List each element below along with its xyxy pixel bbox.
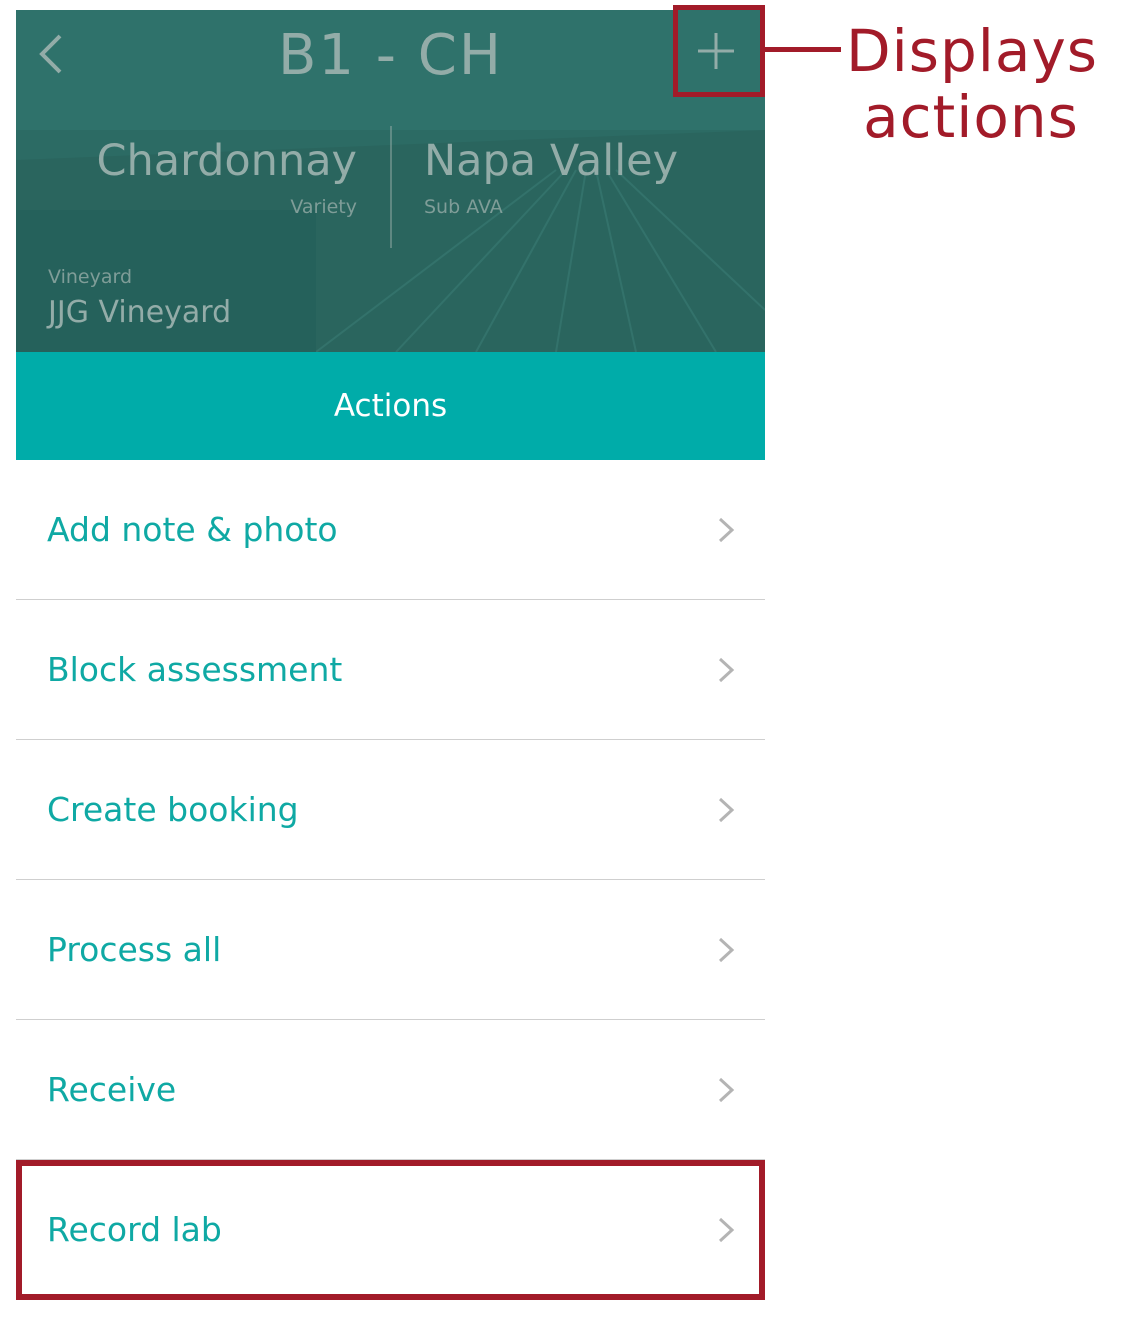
action-create-booking[interactable]: Create booking [16,740,765,880]
callout-connector-line [765,47,841,52]
sub-ava-value: Napa Valley [424,136,679,186]
action-receive[interactable]: Receive [16,1020,765,1160]
sub-ava-stat: Napa Valley Sub AVA [424,128,678,220]
chevron-right-icon [718,517,735,543]
variety-stat: Chardonnay Variety [97,128,357,220]
action-process-all[interactable]: Process all [16,880,765,1020]
stat-divider [390,126,392,248]
variety-value: Chardonnay [96,136,357,186]
actions-sheet-title: Actions [16,352,765,460]
variety-label: Variety [290,196,357,218]
sub-ava-label: Sub AVA [424,196,503,218]
action-label: Add note & photo [47,510,338,549]
block-header: B1 - CH Chardonnay Variety Napa Valley S… [16,10,765,352]
highlight-box-plus [673,5,765,97]
action-label: Process all [47,930,222,969]
vineyard-value: JJG Vineyard [48,295,232,330]
chevron-right-icon [718,797,735,823]
callout-text: Displays actions [846,17,1099,151]
chevron-right-icon [718,657,735,683]
page-title: B1 - CH [277,23,504,88]
action-add-note-photo[interactable]: Add note & photo [16,460,765,600]
action-block-assessment[interactable]: Block assessment [16,600,765,740]
callout-line-2: actions [863,83,1079,151]
action-label: Block assessment [47,650,343,689]
chevron-right-icon [718,937,735,963]
highlight-box-record-lab [16,1160,765,1300]
action-label: Receive [47,1070,177,1109]
chevron-right-icon [718,1077,735,1103]
action-label: Create booking [47,790,299,829]
vineyard-label: Vineyard [48,266,133,288]
callout-line-1: Displays [846,17,1099,85]
